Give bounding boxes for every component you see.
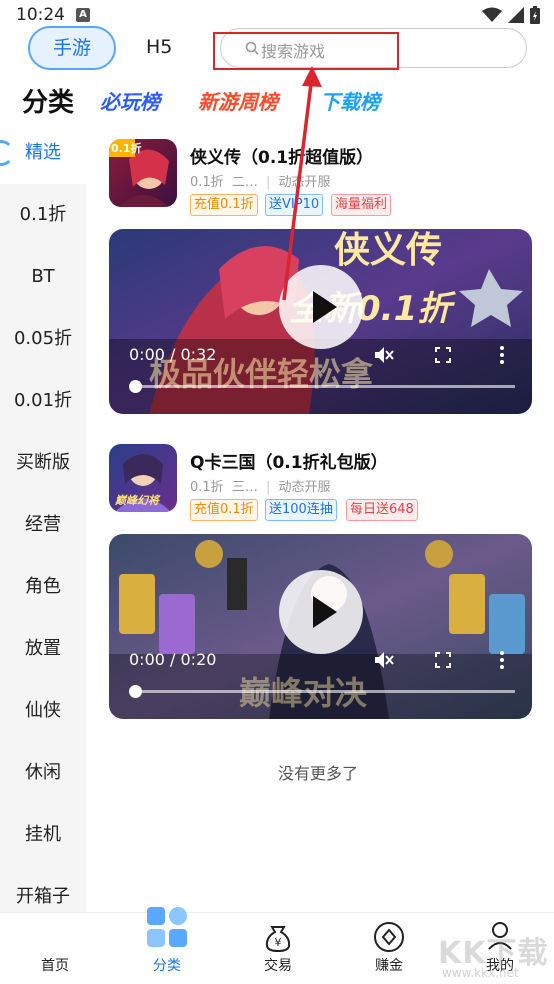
play-icon (313, 596, 337, 628)
sidebar-item-label: 精选 (25, 142, 61, 163)
nav-label: 首页 (41, 958, 69, 974)
notification-icon: A (76, 8, 90, 22)
category-title: 分类 (22, 88, 75, 118)
tab-mobile-games[interactable]: 手游 (28, 26, 116, 70)
mute-icon[interactable] (373, 650, 395, 670)
sidebar-item-rpg[interactable]: 角色 (0, 556, 86, 618)
game-title-2[interactable]: Q卡三国（0.1折礼包版） (190, 448, 388, 473)
sidebar-item-0-05-discount[interactable]: 0.05折 (0, 308, 86, 370)
server-status: 动态开服 (278, 480, 331, 495)
more-options-icon[interactable] (499, 345, 505, 365)
nav-label: 分类 (153, 958, 181, 974)
tag-daily-gift: 每日送648 (346, 499, 418, 521)
sidebar-item-xianxia[interactable]: 仙侠 (0, 680, 86, 742)
video-progress-knob[interactable] (129, 380, 142, 393)
game-icon-1[interactable]: 0.1折 (109, 139, 177, 207)
tab-h5[interactable]: H5 (146, 36, 172, 58)
wifi-icon (482, 7, 502, 22)
coin-icon (374, 922, 404, 952)
category-sidebar: 精选 0.1折 BT 0.05折 0.01折 买断版 经营 角色 放置 仙侠 休… (0, 122, 86, 912)
more-options-icon[interactable] (499, 650, 505, 670)
video-progress-track[interactable] (135, 690, 515, 693)
sidebar-item-management[interactable]: 经营 (0, 494, 86, 556)
tag-free-draws: 送100连抽 (265, 499, 337, 521)
divider: | (265, 480, 271, 495)
game-video-2[interactable]: 巅峰对决 0:00 / 0:20 (109, 534, 532, 719)
nav-home[interactable]: 首页 (10, 913, 100, 984)
genre-text: 三… (231, 480, 258, 495)
video-time: 0:00 / 0:32 (129, 345, 217, 364)
app-screen: 10:24 A 手游 H5 搜索游戏 分类 必玩榜 新游周榜 下载榜 精选 0.… (0, 0, 554, 984)
watermark-url: www.kkx.net (442, 966, 519, 980)
game-video-1[interactable]: 侠义传 全新0.1折 极品伙伴轻松拿 0:00 / 0:32 (109, 229, 532, 414)
tag-recharge-discount: 充值0.1折 (190, 499, 258, 521)
sidebar-item-0-1-discount[interactable]: 0.1折 (0, 184, 86, 246)
tab-new-games-weekly[interactable]: 新游周榜 (198, 86, 278, 115)
tag-vip: 送VIP10 (265, 194, 324, 216)
game-title-1[interactable]: 侠义传（0.1折超值版） (190, 143, 373, 168)
signal-icon (508, 7, 524, 23)
video-time: 0:00 / 0:20 (129, 650, 217, 669)
sidebar-item-idle[interactable]: 放置 (0, 618, 86, 680)
tab-download-rank[interactable]: 下载榜 (320, 86, 380, 115)
battery-icon (530, 6, 540, 24)
active-indicator (0, 140, 14, 166)
highlight-box (213, 32, 399, 70)
sidebar-item-bt[interactable]: BT (0, 246, 86, 308)
video-progress-track[interactable] (135, 385, 515, 388)
play-button[interactable] (279, 265, 363, 349)
nav-trade[interactable]: ¥ 交易 (233, 913, 323, 984)
game-meta-1: 0.1折 二… | 动态开服 (190, 171, 331, 190)
mute-icon[interactable] (373, 345, 395, 365)
status-icons (482, 6, 540, 24)
play-button[interactable] (279, 570, 363, 654)
game-icon-caption: 巅峰幻将 (115, 494, 159, 507)
tab-must-play-rank[interactable]: 必玩榜 (100, 86, 160, 115)
tag-welfare: 海量福利 (331, 194, 392, 216)
nav-label: 交易 (264, 958, 292, 974)
no-more-text: 没有更多了 (278, 764, 359, 783)
genre-text: 二… (231, 175, 258, 190)
sidebar-item-featured[interactable]: 精选 (0, 122, 86, 184)
tag-recharge-discount: 充值0.1折 (190, 194, 258, 216)
nav-category[interactable]: 分类 (122, 907, 212, 984)
sidebar-item-loot-box[interactable]: 开箱子 (0, 866, 86, 912)
nav-label: 赚金 (375, 958, 403, 974)
server-status: 动态开服 (278, 175, 331, 190)
sidebar-item-0-01-discount[interactable]: 0.01折 (0, 370, 86, 432)
money-bag-icon: ¥ (265, 926, 291, 953)
category-icon (147, 907, 187, 947)
sidebar-item-buyout[interactable]: 买断版 (0, 432, 86, 494)
svg-text:¥: ¥ (275, 936, 282, 949)
discount-text: 0.1折 (190, 480, 224, 495)
fullscreen-icon[interactable] (435, 652, 451, 668)
nav-earn[interactable]: 赚金 (344, 913, 434, 984)
fullscreen-icon[interactable] (435, 347, 451, 363)
game-icon-2[interactable]: 巅峰幻将 (109, 444, 177, 512)
sidebar-item-afk[interactable]: 挂机 (0, 804, 86, 866)
discount-text: 0.1折 (190, 175, 224, 190)
divider: | (265, 175, 271, 190)
play-icon (313, 291, 337, 323)
sidebar-item-casual[interactable]: 休闲 (0, 742, 86, 804)
game-meta-2: 0.1折 三… | 动态开服 (190, 476, 331, 495)
video-progress-knob[interactable] (129, 685, 142, 698)
game-icon-badge: 0.1折 (111, 142, 142, 155)
status-time: 10:24 (16, 5, 65, 25)
